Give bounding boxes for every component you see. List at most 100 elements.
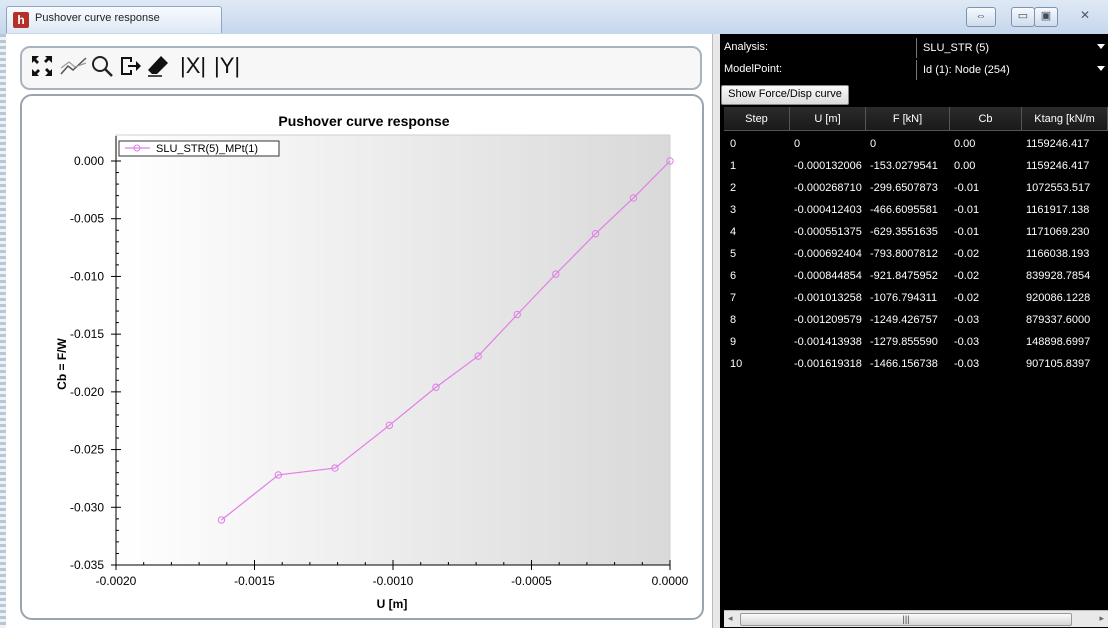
table-cell: 1 bbox=[730, 160, 737, 172]
abs-x-button[interactable]: |X| bbox=[180, 53, 206, 79]
table-cell: 3 bbox=[730, 204, 737, 216]
analysis-select[interactable]: SLU_STR (5) bbox=[916, 38, 1108, 58]
export-icon[interactable] bbox=[118, 54, 142, 80]
window-tab[interactable]: h Pushover curve response bbox=[6, 6, 222, 33]
y-tick-label: -0.025 bbox=[70, 443, 104, 457]
table-cell: -0.000844854 bbox=[794, 270, 862, 282]
table-cell: 839928.7854 bbox=[1026, 270, 1091, 282]
panel-edge bbox=[0, 34, 6, 628]
y-tick-label: -0.030 bbox=[70, 500, 104, 514]
column-header[interactable]: Cb bbox=[950, 107, 1022, 131]
table-cell: -1466.156738 bbox=[870, 358, 938, 370]
modelpoint-select[interactable]: Id (1): Node (254) bbox=[916, 60, 1108, 80]
scroll-right-icon[interactable]: ▸ bbox=[1099, 613, 1104, 624]
table-cell: -299.6507873 bbox=[870, 182, 938, 194]
table-cell: 1159246.417 bbox=[1026, 138, 1090, 150]
table-cell: 10 bbox=[730, 358, 743, 370]
x-tick-label: 0.0000 bbox=[652, 574, 689, 588]
table-cell: -0.001619318 bbox=[794, 358, 862, 370]
table-cell: 0.00 bbox=[954, 138, 976, 150]
chart-frame: Pushover curve response U [m] Cb = F/W 0… bbox=[20, 94, 704, 620]
table-cell: -0.02 bbox=[954, 292, 980, 304]
x-tick-label: -0.0005 bbox=[511, 574, 552, 588]
pushover-chart: Pushover curve response U [m] Cb = F/W 0… bbox=[55, 113, 689, 611]
minimize-button[interactable]: ▭ bbox=[1011, 7, 1035, 27]
y-tick-label: -0.020 bbox=[70, 385, 104, 399]
y-tick-label: -0.005 bbox=[70, 212, 104, 226]
chart-toolbar: |X| |Y| bbox=[20, 46, 702, 90]
y-tick-label: 0.000 bbox=[74, 154, 104, 168]
table-cell: -0.000268710 bbox=[794, 182, 862, 194]
fit-view-icon[interactable] bbox=[30, 54, 54, 80]
line-chart-icon[interactable] bbox=[60, 54, 87, 80]
table-cell: 8 bbox=[730, 314, 737, 326]
table-cell: 920086.1228 bbox=[1026, 292, 1091, 304]
table-cell: -0.03 bbox=[954, 358, 980, 370]
plot-area bbox=[115, 134, 671, 566]
table-cell: -1249.426757 bbox=[870, 314, 938, 326]
table-cell: -0.001013258 bbox=[794, 292, 862, 304]
table-cell: 0 bbox=[794, 138, 801, 150]
chevron-down-icon bbox=[1097, 44, 1105, 49]
maximize-button[interactable]: ▣ bbox=[1034, 7, 1058, 27]
show-force-disp-button[interactable]: Show Force/Disp curve bbox=[721, 85, 849, 105]
table-cell: -629.3551635 bbox=[870, 226, 938, 238]
column-header[interactable]: Ktang [kN/m bbox=[1022, 107, 1108, 131]
x-axis-label: U [m] bbox=[377, 597, 408, 611]
column-header[interactable]: F [kN] bbox=[866, 107, 950, 131]
table-cell: -0.02 bbox=[954, 248, 980, 260]
table-cell: 1161917.138 bbox=[1026, 204, 1090, 216]
table-cell: -0.000551375 bbox=[794, 226, 862, 238]
horizontal-scrollbar[interactable]: ◂ ||| ▸ bbox=[724, 610, 1108, 627]
y-tick-label: -0.015 bbox=[70, 327, 104, 341]
scroll-thumb[interactable]: ||| bbox=[740, 613, 1072, 626]
zoom-icon[interactable] bbox=[90, 54, 114, 80]
x-tick-label: -0.0015 bbox=[234, 574, 275, 588]
y-axis-label: Cb = F/W bbox=[55, 338, 69, 390]
table-cell: 2 bbox=[730, 182, 737, 194]
column-header[interactable]: Step bbox=[724, 107, 790, 131]
table-cell: 907105.8397 bbox=[1026, 358, 1091, 370]
table-cell: -0.001413938 bbox=[794, 336, 862, 348]
table-cell: -793.8007812 bbox=[870, 248, 938, 260]
table-cell: 6 bbox=[730, 270, 737, 282]
table-cell: -0.001209579 bbox=[794, 314, 862, 326]
table-cell: -0.03 bbox=[954, 314, 980, 326]
app-logo-icon: h bbox=[13, 12, 29, 28]
table-cell: 5 bbox=[730, 248, 737, 260]
chart-title: Pushover curve response bbox=[278, 113, 449, 129]
analysis-label: Analysis: bbox=[724, 41, 769, 53]
column-header[interactable]: U [m] bbox=[790, 107, 866, 131]
eraser-icon[interactable] bbox=[146, 54, 170, 80]
table-cell: -0.02 bbox=[954, 270, 980, 282]
table-cell: -1279.855590 bbox=[870, 336, 938, 348]
table-cell: -153.0279541 bbox=[870, 160, 938, 172]
modelpoint-value: Id (1): Node (254) bbox=[923, 64, 1010, 76]
title-bar: h Pushover curve response ⇔ ▭ ▣ ✕ bbox=[0, 0, 1108, 35]
table-cell: 1072553.517 bbox=[1026, 182, 1091, 194]
analysis-value: SLU_STR (5) bbox=[923, 42, 990, 54]
table-cell: 4 bbox=[730, 226, 737, 238]
table-cell: 148898.6997 bbox=[1026, 336, 1091, 348]
dock-toggle-button[interactable]: ⇔ bbox=[966, 7, 996, 27]
y-tick-label: -0.035 bbox=[70, 558, 104, 572]
table-cell: 1171069.230 bbox=[1026, 226, 1090, 238]
table-cell: -0.01 bbox=[954, 226, 980, 238]
scroll-left-icon[interactable]: ◂ bbox=[728, 613, 733, 624]
y-tick-label: -0.010 bbox=[70, 269, 104, 283]
table-cell: 7 bbox=[730, 292, 737, 304]
window-title: Pushover curve response bbox=[35, 12, 160, 24]
table-cell: -0.000132006 bbox=[794, 160, 862, 172]
table-cell: -0.000692404 bbox=[794, 248, 862, 260]
legend: SLU_STR(5)_MPt(1) bbox=[118, 140, 280, 157]
table-cell: 1166038.193 bbox=[1026, 248, 1090, 260]
table-cell: -0.000412403 bbox=[794, 204, 862, 216]
close-button[interactable]: ✕ bbox=[1070, 7, 1100, 25]
legend-label: SLU_STR(5)_MPt(1) bbox=[156, 143, 258, 155]
table-cell: 0 bbox=[870, 138, 877, 150]
chevron-down-icon bbox=[1097, 66, 1105, 71]
abs-y-button[interactable]: |Y| bbox=[214, 53, 240, 79]
modelpoint-label: ModelPoint: bbox=[724, 63, 783, 75]
table-cell: -921.8475952 bbox=[870, 270, 938, 282]
table-cell: 1159246.417 bbox=[1026, 160, 1090, 172]
